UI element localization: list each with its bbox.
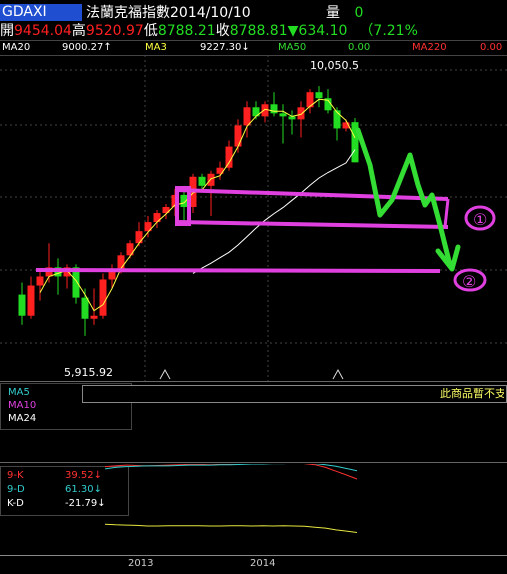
kd-chart[interactable] bbox=[0, 464, 507, 554]
candle-body bbox=[18, 294, 26, 316]
candle-body bbox=[315, 92, 323, 99]
kd-line-diff bbox=[104, 523, 358, 533]
close-value: 8788.81 bbox=[229, 23, 288, 39]
notice-box: 此商品暫不支 bbox=[82, 385, 507, 403]
candle-body bbox=[297, 107, 305, 120]
x-tick-2014: 2014 bbox=[250, 558, 276, 569]
candle-body bbox=[81, 297, 89, 319]
candle-body bbox=[99, 279, 107, 316]
resistance-line-lower bbox=[176, 220, 449, 229]
circle-marker-1-label: ① bbox=[473, 210, 487, 229]
candle-body bbox=[135, 231, 143, 244]
ma50-label[interactable]: MA50 bbox=[278, 42, 306, 54]
candle-body bbox=[234, 125, 242, 147]
ma20-label[interactable]: MA20 bbox=[2, 42, 30, 54]
ma-line-ma3 bbox=[39, 98, 356, 312]
x-tick-2013: 2013 bbox=[128, 558, 154, 569]
kd-divider[interactable] bbox=[0, 462, 507, 463]
panel-divider[interactable] bbox=[0, 381, 507, 382]
candle-body bbox=[207, 173, 215, 186]
notice-text: 此商品暫不支 bbox=[440, 388, 504, 400]
instrument-name-text: 法蘭克福指數 bbox=[86, 5, 170, 21]
ma20-value: 9000.27↑ bbox=[62, 42, 112, 53]
ma3-value: 9227.30↓ bbox=[200, 42, 250, 53]
candle-body bbox=[333, 110, 341, 129]
volume: 量 0 bbox=[326, 4, 363, 22]
low-marker: 5,915.92 bbox=[64, 366, 113, 379]
candle-body bbox=[270, 104, 278, 114]
ohlc-row: 開9454.04高9520.97低8788.21收8788.81▼634.10 （… bbox=[0, 22, 418, 40]
change-arrow: ▼ bbox=[287, 23, 299, 39]
candle-body bbox=[225, 146, 233, 168]
change-value: 634.10 bbox=[298, 23, 348, 39]
close-label: 收 bbox=[215, 23, 230, 39]
year-marker-2014-icon bbox=[332, 368, 344, 380]
candle-body bbox=[243, 107, 251, 126]
high-label: 高 bbox=[71, 23, 86, 39]
instrument-name: 法蘭克福指數2014/10/10 bbox=[86, 4, 251, 22]
legend-ma10[interactable]: MA10 bbox=[8, 400, 36, 412]
candle-body bbox=[27, 285, 35, 316]
circle-marker-2-label: ② bbox=[462, 272, 476, 291]
candle-body bbox=[36, 276, 44, 286]
ma-bar: MA20 9000.27↑ MA3 9227.30↓ MA50 0.00 MA2… bbox=[0, 40, 507, 56]
open-label: 開 bbox=[0, 23, 14, 39]
legend-ma5[interactable]: MA5 bbox=[8, 387, 30, 399]
ma50-value: 0.00 bbox=[348, 42, 371, 53]
candle-body bbox=[90, 315, 98, 319]
time-axis-line bbox=[0, 555, 507, 556]
ma3-label[interactable]: MA3 bbox=[145, 42, 167, 54]
legend-ma24[interactable]: MA24 bbox=[8, 413, 36, 425]
quote-date: 2014/10/10 bbox=[170, 5, 251, 21]
kd-line-d bbox=[104, 464, 358, 472]
candle-body bbox=[198, 176, 206, 186]
volume-value: 0 bbox=[354, 5, 364, 21]
low-value: 8788.21 bbox=[157, 23, 216, 39]
open-value: 9454.04 bbox=[14, 23, 72, 39]
low-label: 低 bbox=[143, 23, 158, 39]
candle-body bbox=[153, 213, 161, 223]
resistance-line-upper bbox=[176, 188, 449, 201]
year-marker-2013-icon bbox=[159, 368, 171, 380]
price-chart[interactable]: ① ② 10,050.5 5,915.92 bbox=[0, 55, 507, 385]
candle-body bbox=[180, 194, 188, 207]
change-pct: （7.21% bbox=[359, 23, 418, 39]
ma220-label[interactable]: MA220 bbox=[412, 42, 447, 54]
high-value: 9520.97 bbox=[85, 23, 144, 39]
volume-label: 量 bbox=[326, 5, 340, 21]
candle-body bbox=[279, 113, 287, 117]
ma220-value: 0.00 bbox=[480, 42, 503, 53]
ticker-box[interactable]: GDAXI bbox=[0, 4, 82, 21]
support-line bbox=[35, 268, 441, 273]
high-marker: 10,050.5 bbox=[310, 59, 359, 72]
box-right-edge bbox=[443, 198, 450, 228]
